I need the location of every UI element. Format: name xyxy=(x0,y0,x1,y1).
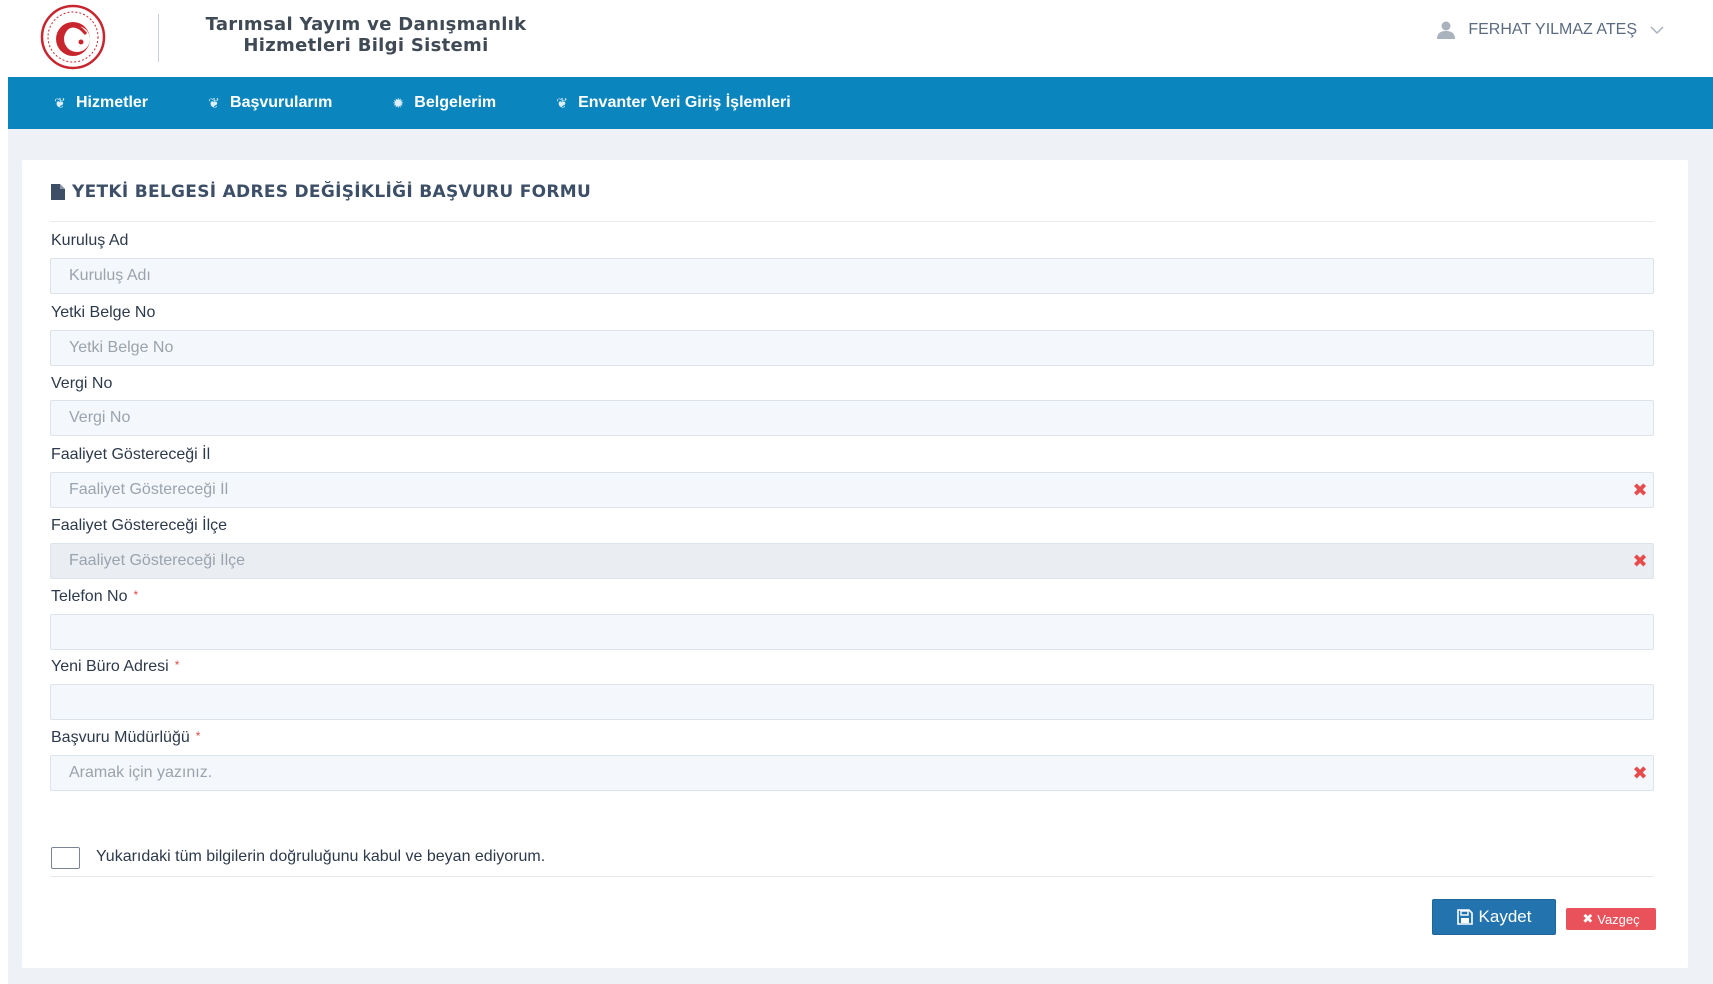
form-panel: YETKİ BELGESİ ADRES DEĞİŞİKLİĞİ BAŞVURU … xyxy=(22,160,1688,968)
user-menu[interactable]: FERHAT YILMAZ ATEŞ xyxy=(1436,18,1665,42)
divider xyxy=(50,876,1654,877)
save-icon xyxy=(1456,909,1473,925)
field-label-yetki-belge-no: Yetki Belge No xyxy=(51,304,156,321)
nav-item-basvurularim[interactable]: ❦ Başvurularım xyxy=(206,94,332,112)
nav-item-label: Hizmetler xyxy=(76,94,149,111)
close-icon: ✖ xyxy=(1582,911,1594,926)
field-label-basvuru-mudurlugu: Başvuru Müdürlüğü * xyxy=(51,729,201,746)
field-label-vergi-no: Vergi No xyxy=(51,375,113,392)
nav-item-label: Belgelerim xyxy=(414,94,497,111)
user-icon xyxy=(1437,21,1456,39)
logo-divider xyxy=(158,14,159,62)
nav-item-label: Envanter Veri Giriş İşlemleri xyxy=(578,94,791,111)
cancel-button-label: Vazgeç xyxy=(1597,911,1640,927)
app-title-line1: Tarımsal Yayım ve Danışmanlık xyxy=(205,14,527,35)
required-marker: * xyxy=(174,658,180,672)
required-marker: * xyxy=(133,588,139,602)
badge-icon: ✹ xyxy=(392,94,405,111)
ministry-seal-icon xyxy=(40,4,106,70)
il-clear-icon[interactable]: ✖ xyxy=(1632,481,1648,499)
leaf-icon: ❦ xyxy=(208,94,220,111)
main-nav: ❦ Hizmetler ❦ Başvurularım ✹ Belgelerim … xyxy=(8,77,1713,129)
app-title-line2: Hizmetleri Bilgi Sistemi xyxy=(243,35,489,56)
nav-item-belgelerim[interactable]: ✹ Belgelerim xyxy=(390,94,496,112)
cancel-button[interactable]: ✖ Vazgeç xyxy=(1566,908,1656,930)
nav-item-label: Başvurularım xyxy=(230,94,333,111)
field-label-yeni-buro-adresi: Yeni Büro Adresi * xyxy=(51,658,180,675)
nav-item-hizmetler[interactable]: ❦ Hizmetler xyxy=(52,94,148,112)
declaration-label: Yukarıdaki tüm bilgilerin doğruluğunu ka… xyxy=(96,848,546,865)
yeni-buro-adresi-input[interactable] xyxy=(50,684,1654,720)
divider xyxy=(50,221,1654,222)
leaf-icon: ❦ xyxy=(54,94,66,111)
user-name: FERHAT YILMAZ ATEŞ xyxy=(1468,21,1637,38)
save-button-label: Kaydet xyxy=(1478,907,1532,926)
telefon-no-input[interactable] xyxy=(50,614,1654,650)
field-label-telefon: Telefon No * xyxy=(51,588,139,605)
vergi-no-input[interactable] xyxy=(50,400,1654,436)
field-label-ilce: Faaliyet Göstereceği İlçe xyxy=(51,517,228,534)
ilce-clear-icon[interactable]: ✖ xyxy=(1632,552,1648,570)
save-button[interactable]: Kaydet xyxy=(1432,899,1556,935)
app-title: Tarımsal Yayım ve Danışmanlık Hizmetleri… xyxy=(176,14,556,56)
nav-item-envanter[interactable]: ❦ Envanter Veri Giriş İşlemleri xyxy=(554,94,791,112)
chevron-down-icon xyxy=(1650,26,1664,35)
form-title-text: YETKİ BELGESİ ADRES DEĞİŞİKLİĞİ BAŞVURU … xyxy=(72,182,592,202)
yetki-belge-no-input[interactable] xyxy=(50,330,1654,366)
il-select-input[interactable] xyxy=(50,472,1654,508)
field-label-kurulus-ad: Kuruluş Ad xyxy=(51,232,129,249)
file-icon xyxy=(51,184,65,200)
declaration-checkbox[interactable] xyxy=(51,847,80,869)
mudurluk-clear-icon[interactable]: ✖ xyxy=(1632,764,1648,782)
required-marker: * xyxy=(195,729,201,743)
basvuru-mudurlugu-input[interactable] xyxy=(50,755,1654,791)
leaf-icon: ❦ xyxy=(556,94,568,111)
field-label-il: Faaliyet Göstereceği İl xyxy=(51,446,211,463)
top-header: Tarımsal Yayım ve Danışmanlık Hizmetleri… xyxy=(8,0,1713,77)
kurulus-ad-input[interactable] xyxy=(50,258,1654,294)
form-title: YETKİ BELGESİ ADRES DEĞİŞİKLİĞİ BAŞVURU … xyxy=(50,182,591,202)
ilce-select-input[interactable] xyxy=(50,543,1654,579)
